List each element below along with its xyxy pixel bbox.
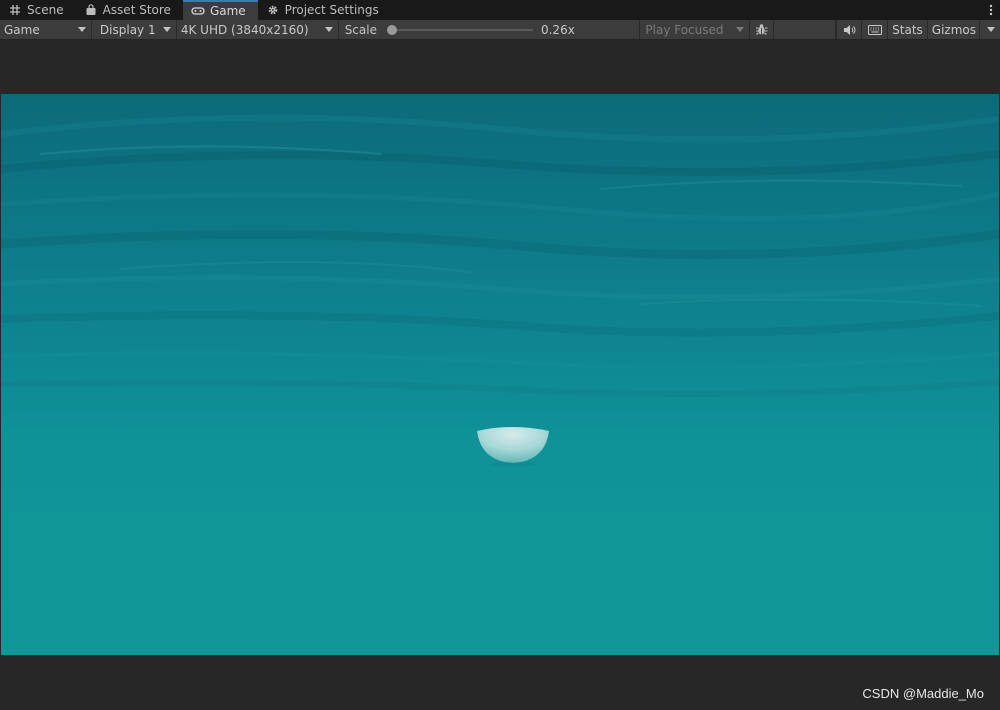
tab-game-label: Game bbox=[209, 4, 246, 18]
tab-scene-label: Scene bbox=[27, 3, 64, 17]
display-dropdown[interactable]: Display 1 bbox=[92, 20, 177, 39]
gizmos-button[interactable]: Gizmos bbox=[928, 20, 981, 39]
stats-label: Stats bbox=[892, 22, 923, 37]
underwater-surface-ripples bbox=[1, 114, 999, 398]
gizmos-dropdown[interactable] bbox=[980, 20, 1000, 39]
play-mode-value: Play Focused bbox=[645, 22, 724, 37]
chevron-down-icon bbox=[736, 27, 745, 32]
view-mode-value: Game bbox=[4, 22, 40, 37]
tab-scene[interactable]: Scene bbox=[0, 0, 76, 20]
scale-label: Scale bbox=[344, 22, 377, 37]
play-mode-dropdown[interactable]: Play Focused bbox=[640, 20, 751, 39]
display-value: Display 1 bbox=[99, 22, 156, 37]
game-view-toolbar: Game Display 1 4K UHD (3840x2160) Scale … bbox=[0, 20, 1000, 40]
speaker-icon[interactable] bbox=[836, 20, 863, 39]
jellyfish-sprite bbox=[477, 427, 549, 467]
tab-asset-store[interactable]: Asset Store bbox=[76, 0, 183, 20]
more-options-icon[interactable] bbox=[982, 0, 1000, 20]
scale-slider[interactable] bbox=[386, 24, 533, 35]
chevron-down-icon bbox=[987, 27, 995, 32]
tab-game[interactable]: Game bbox=[182, 0, 258, 20]
scale-value: 0.26x bbox=[540, 22, 575, 37]
tab-project-settings[interactable]: Project Settings bbox=[258, 0, 391, 20]
toolbar-spacer bbox=[774, 20, 837, 39]
tab-asset-store-label: Asset Store bbox=[102, 3, 171, 17]
gamepad-icon bbox=[191, 4, 205, 18]
view-mode-dropdown[interactable]: Game bbox=[0, 20, 92, 39]
resolution-dropdown[interactable]: 4K UHD (3840x2160) bbox=[177, 20, 339, 39]
scale-control: Scale 0.26x bbox=[339, 20, 641, 39]
game-viewport[interactable] bbox=[1, 94, 999, 655]
tab-project-settings-label: Project Settings bbox=[284, 3, 379, 17]
chevron-down-icon bbox=[162, 27, 171, 32]
scale-slider-thumb[interactable] bbox=[386, 24, 397, 35]
watermark-text: CSDN @Maddie_Mo bbox=[862, 686, 984, 701]
store-bag-icon bbox=[84, 3, 98, 17]
keyboard-icon[interactable] bbox=[862, 20, 889, 39]
grid-icon bbox=[8, 3, 22, 17]
gizmos-label: Gizmos bbox=[931, 22, 977, 37]
bug-icon[interactable] bbox=[750, 20, 775, 39]
chevron-down-icon bbox=[77, 27, 86, 32]
stats-button[interactable]: Stats bbox=[888, 20, 928, 39]
gear-icon bbox=[266, 3, 280, 17]
resolution-value: 4K UHD (3840x2160) bbox=[180, 22, 309, 37]
editor-tab-strip: Scene Asset Store Game Project Settings bbox=[0, 0, 1000, 20]
chevron-down-icon bbox=[324, 27, 333, 32]
